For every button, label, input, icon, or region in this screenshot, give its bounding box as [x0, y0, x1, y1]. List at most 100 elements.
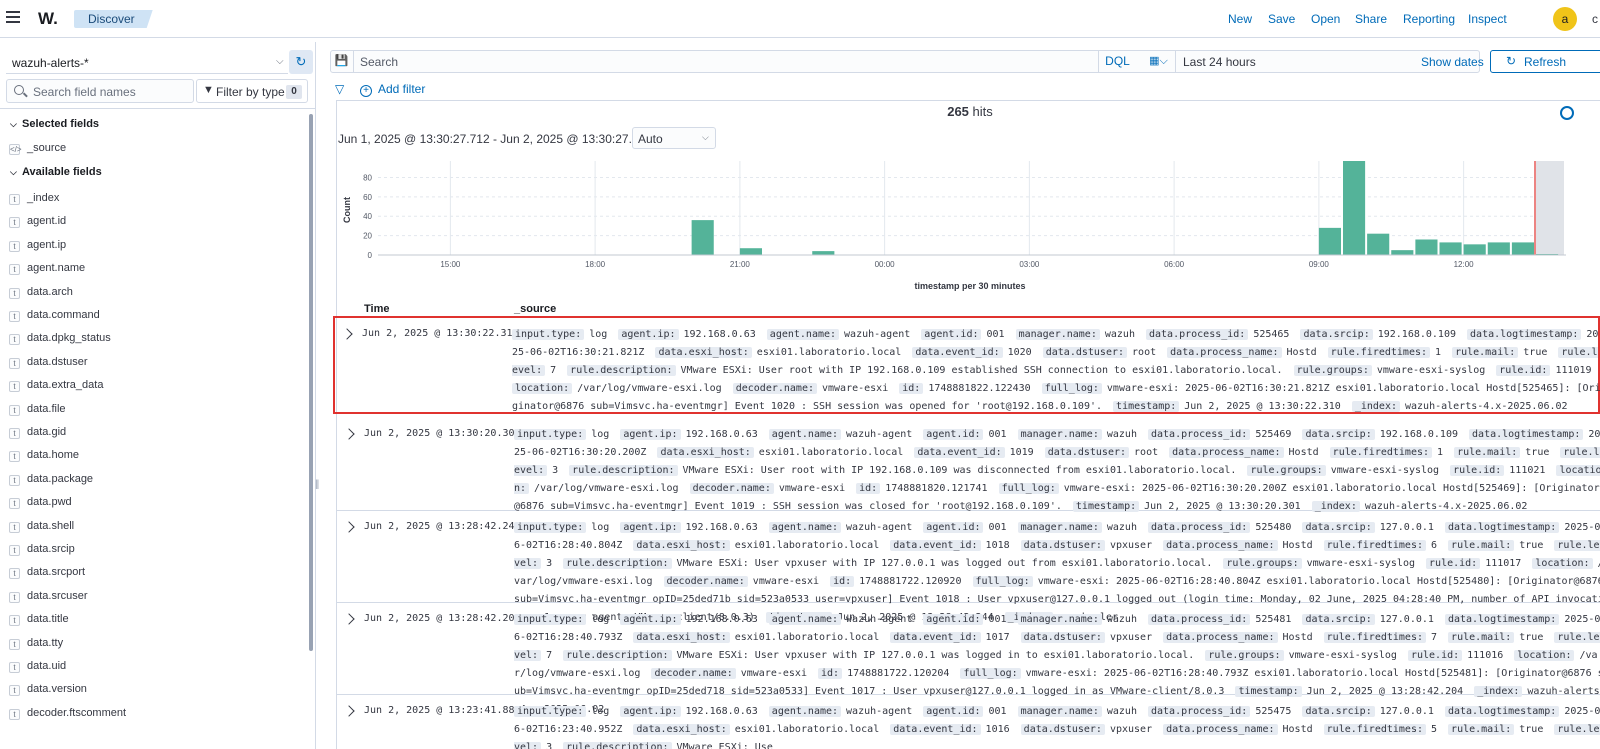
index-pattern-select[interactable]: wazuh-alerts-* ⌵ — [6, 50, 288, 74]
available-fields-header[interactable]: ⌵ Available fields — [10, 166, 102, 178]
field-key: _index: — [1351, 401, 1400, 412]
selected-fields-header[interactable]: ⌵ Selected fields — [10, 118, 99, 130]
field-value: VMware ESXi: Use — [676, 742, 773, 749]
expand-chevron-icon[interactable] — [343, 428, 355, 440]
app-logo[interactable]: W. — [38, 9, 58, 29]
saved-query-icon[interactable]: 💾 — [330, 50, 354, 73]
time-range-label: Jun 1, 2025 @ 13:30:27.712 - Jun 2, 2025… — [338, 132, 673, 146]
field-value: true — [1519, 540, 1544, 551]
field-key: data.event_id: — [890, 632, 981, 643]
available-field-item[interactable]: t data.home — [9, 449, 79, 465]
string-type-icon: t — [9, 194, 20, 205]
column-header-source[interactable]: _source — [514, 303, 556, 315]
user-avatar[interactable]: a — [1553, 7, 1577, 31]
string-type-icon: t — [9, 381, 20, 393]
breadcrumb-discover[interactable]: Discover — [74, 10, 153, 28]
field-value: log — [589, 329, 608, 340]
field-key: decoder.name: — [651, 668, 736, 679]
available-field-item[interactable]: t data.tty — [9, 637, 63, 653]
field-search-input[interactable] — [33, 84, 188, 99]
available-field-item[interactable]: t data.extra_data — [9, 379, 103, 395]
add-filter-button[interactable]: + Add filter — [360, 82, 425, 97]
calendar-icon[interactable]: ▦⌵ — [1142, 50, 1176, 73]
available-field-item[interactable]: t agent.name — [9, 262, 85, 278]
document-row[interactable]: Jun 2, 2025 @ 13:30:22.310 input.type: log… — [333, 316, 1600, 414]
available-field-item[interactable]: t agent.id — [9, 215, 66, 231]
field-value: 192.168.0.63 — [685, 522, 758, 533]
inspect-button[interactable]: Inspect — [1468, 12, 1507, 26]
truncated-header-item[interactable]: c — [1592, 12, 1598, 26]
field-name: decoder.ftscomment — [27, 706, 127, 719]
field-value: wazuh — [1104, 329, 1135, 340]
hamburger-menu-icon[interactable] — [6, 11, 20, 25]
date-range-text[interactable]: Last 24 hours — [1183, 55, 1256, 69]
field-value: VMware ESXi: User root with IP 192.168.0… — [682, 465, 1237, 476]
selected-field-source[interactable]: </> _source — [9, 142, 66, 158]
available-field-item[interactable]: t _index — [9, 192, 59, 208]
field-value: wazuh — [1106, 706, 1137, 717]
panel-resize-handle[interactable]: || — [315, 478, 321, 492]
histogram-chart[interactable]: 0 20 40 60 80 15:00 18:00 21:00 00:00 03:00 06:00 0… — [338, 155, 1568, 295]
field-value: 1 — [1435, 347, 1442, 358]
expand-chevron-icon[interactable] — [343, 705, 355, 717]
field-value: vpxuser — [1109, 540, 1153, 551]
field-value: 111021 — [1509, 465, 1546, 476]
field-value: vmware-esxi-syslog — [1330, 465, 1440, 476]
reporting-button[interactable]: Reporting — [1403, 12, 1455, 26]
field-key: agent.ip: — [620, 429, 681, 440]
field-value: wazuh-agent — [844, 329, 911, 340]
query-input[interactable] — [360, 55, 1090, 69]
string-type-icon: t — [9, 662, 20, 673]
available-field-item[interactable]: t data.gid — [9, 426, 66, 442]
available-field-item[interactable]: t data.srcip — [9, 543, 75, 559]
histogram-bar — [739, 248, 762, 255]
available-field-item[interactable]: t data.command — [9, 309, 100, 325]
available-field-item[interactable]: t agent.ip — [9, 239, 66, 255]
share-button[interactable]: Share — [1355, 12, 1387, 26]
field-name: data.dpkg_status — [27, 332, 111, 345]
gear-icon[interactable] — [1560, 106, 1574, 120]
available-field-item[interactable]: t data.shell — [9, 520, 74, 536]
new-button[interactable]: New — [1228, 12, 1252, 26]
column-header-time[interactable]: Time — [364, 303, 389, 315]
document-row[interactable]: Jun 2, 2025 @ 13:23:41.881 input.type: log… — [337, 695, 1600, 749]
string-type-icon: t — [9, 708, 20, 720]
document-row[interactable]: Jun 2, 2025 @ 13:30:20.301 input.type: log… — [337, 418, 1600, 512]
query-language-toggle[interactable]: DQL — [1098, 50, 1136, 73]
y-tick-label: 80 — [363, 173, 372, 182]
document-row[interactable]: Jun 2, 2025 @ 13:28:42.244 input.type: log… — [337, 511, 1600, 623]
save-button[interactable]: Save — [1268, 12, 1295, 26]
available-field-item[interactable]: t data.version — [9, 683, 87, 699]
available-field-item[interactable]: t data.pwd — [9, 496, 72, 512]
expand-chevron-icon[interactable] — [341, 328, 353, 340]
available-field-item[interactable]: t data.package — [9, 473, 93, 489]
show-dates-button[interactable]: Show dates — [1421, 55, 1484, 69]
available-field-item[interactable]: t data.srcport — [9, 566, 85, 582]
histogram-bar — [1391, 250, 1414, 255]
string-type-icon: t — [9, 591, 20, 603]
available-field-item[interactable]: t data.file — [9, 403, 66, 419]
interval-select[interactable]: Auto ⌵ — [632, 127, 716, 149]
expand-chevron-icon[interactable] — [343, 613, 355, 625]
available-field-item[interactable]: t data.dpkg_status — [9, 332, 111, 348]
available-field-item[interactable]: t data.title — [9, 613, 69, 629]
document-time: Jun 2, 2025 @ 13:30:20.301 — [364, 428, 521, 439]
open-button[interactable]: Open — [1311, 12, 1340, 26]
refresh-index-icon[interactable]: ↻ — [289, 50, 313, 74]
filter-by-type-button[interactable]: ▼ Filter by type 0 — [196, 79, 308, 103]
field-search-box[interactable] — [6, 79, 194, 103]
available-field-item[interactable]: t data.srcuser — [9, 590, 88, 606]
available-field-item[interactable]: t data.arch — [9, 286, 73, 302]
refresh-button[interactable]: ↻ Refresh — [1490, 50, 1600, 73]
available-field-item[interactable]: t data.uid — [9, 660, 66, 676]
document-row[interactable]: Jun 2, 2025 @ 13:28:42.204 input.type: log… — [337, 603, 1600, 715]
field-value: 127.0.0.1 — [1379, 614, 1434, 625]
field-key: data.srcip: — [1302, 614, 1375, 625]
expand-chevron-icon[interactable] — [343, 521, 355, 533]
field-value: 525475 — [1255, 706, 1292, 717]
field-value: 1016 — [985, 724, 1010, 735]
available-field-item[interactable]: t data.dstuser — [9, 356, 88, 372]
filter-icon[interactable]: ▽ — [335, 82, 344, 96]
available-field-item[interactable]: t decoder.ftscomment — [9, 707, 126, 723]
sidebar-scrollbar[interactable] — [309, 114, 313, 651]
